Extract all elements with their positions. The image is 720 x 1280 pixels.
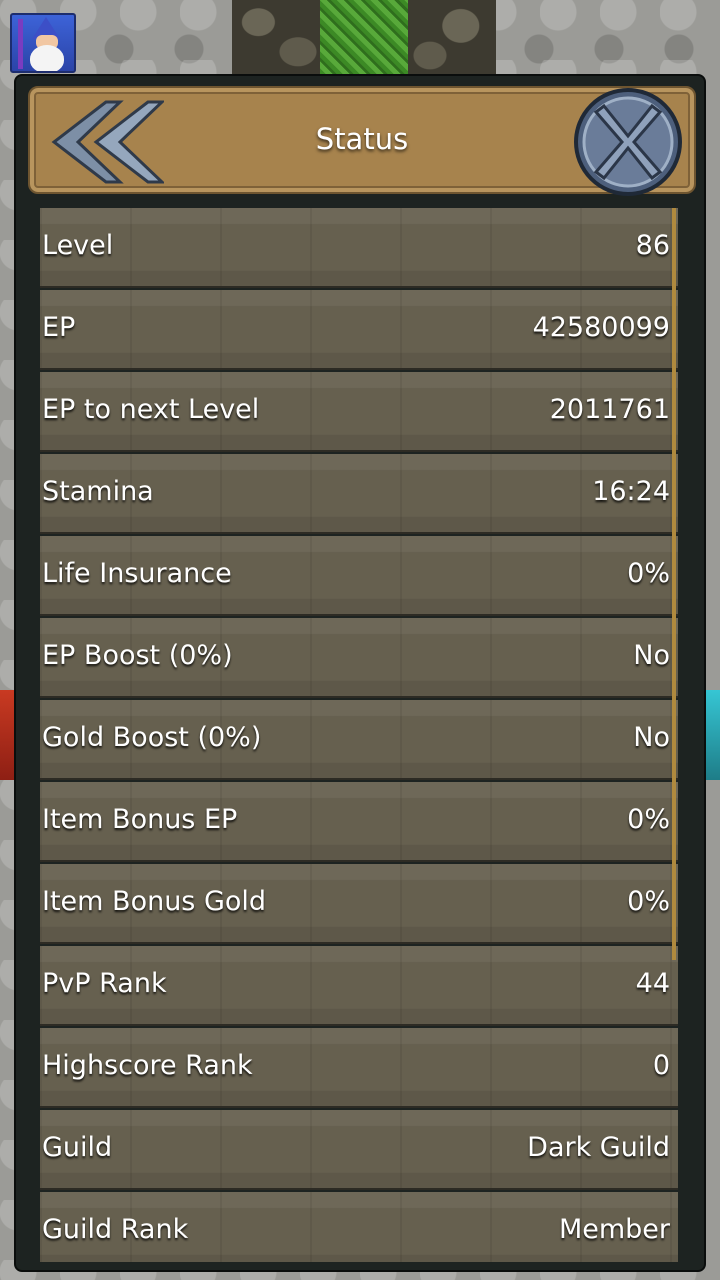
map-tile-rock	[232, 0, 320, 74]
stat-row-stamina: Stamina 16:24	[40, 454, 678, 534]
stat-label: Level	[42, 230, 114, 261]
stat-value: 16:24	[592, 476, 670, 507]
close-button[interactable]	[572, 86, 684, 198]
stat-label: Guild Rank	[42, 1214, 189, 1245]
stat-label: EP	[42, 312, 76, 343]
stat-label: Guild	[42, 1132, 113, 1163]
close-x-icon	[574, 88, 682, 196]
stat-row-highscore-rank: Highscore Rank 0	[40, 1028, 678, 1108]
stat-label: Life Insurance	[42, 558, 232, 589]
stat-value: No	[633, 640, 670, 671]
stat-row-pvp-rank: PvP Rank 44	[40, 946, 678, 1026]
stat-label: EP to next Level	[42, 394, 260, 425]
stat-label: Gold Boost (0%)	[42, 722, 262, 753]
stat-value: 86	[635, 230, 670, 261]
stat-row-gold-boost: Gold Boost (0%) No	[40, 700, 678, 780]
stat-row-ep-next-level: EP to next Level 2011761	[40, 372, 678, 452]
staff-icon	[18, 19, 23, 69]
stat-value: 0%	[627, 804, 670, 835]
status-panel: Status Level 86 EP 42580099 EP to next Lev…	[14, 74, 706, 1272]
stat-value: 2011761	[549, 394, 670, 425]
stat-row-item-bonus-ep: Item Bonus EP 0%	[40, 782, 678, 862]
beard-icon	[30, 45, 64, 71]
status-list[interactable]: Level 86 EP 42580099 EP to next Level 20117…	[40, 208, 678, 1262]
stat-value: 0	[652, 1050, 670, 1081]
wizard-avatar-icon[interactable]	[10, 13, 76, 73]
stat-value: 42580099	[532, 312, 670, 343]
stat-value: 0%	[627, 886, 670, 917]
stat-label: PvP Rank	[42, 968, 167, 999]
stat-row-life-insurance: Life Insurance 0%	[40, 536, 678, 616]
stat-value: 44	[635, 968, 670, 999]
stat-label: Stamina	[42, 476, 154, 507]
stat-row-item-bonus-gold: Item Bonus Gold 0%	[40, 864, 678, 944]
stat-label: EP Boost (0%)	[42, 640, 233, 671]
stat-value: Member	[558, 1214, 670, 1245]
stat-label: Item Bonus EP	[42, 804, 238, 835]
stat-row-ep: EP 42580099	[40, 290, 678, 370]
stat-row-level: Level 86	[40, 208, 678, 288]
map-tile-grass	[320, 0, 408, 74]
scrollbar[interactable]	[672, 208, 676, 960]
stat-value: Dark Guild	[527, 1132, 670, 1163]
status-header: Status	[28, 86, 696, 196]
stat-label: Highscore Rank	[42, 1050, 253, 1081]
stat-row-guild: Guild Dark Guild	[40, 1110, 678, 1190]
stat-value: 0%	[627, 558, 670, 589]
map-tile-rock	[408, 0, 496, 74]
stat-label: Item Bonus Gold	[42, 886, 267, 917]
side-panel-edge-left	[0, 690, 14, 780]
side-panel-edge-right	[706, 690, 720, 780]
stat-value: No	[633, 722, 670, 753]
stat-row-guild-rank: Guild Rank Member	[40, 1192, 678, 1262]
stat-row-ep-boost: EP Boost (0%) No	[40, 618, 678, 698]
